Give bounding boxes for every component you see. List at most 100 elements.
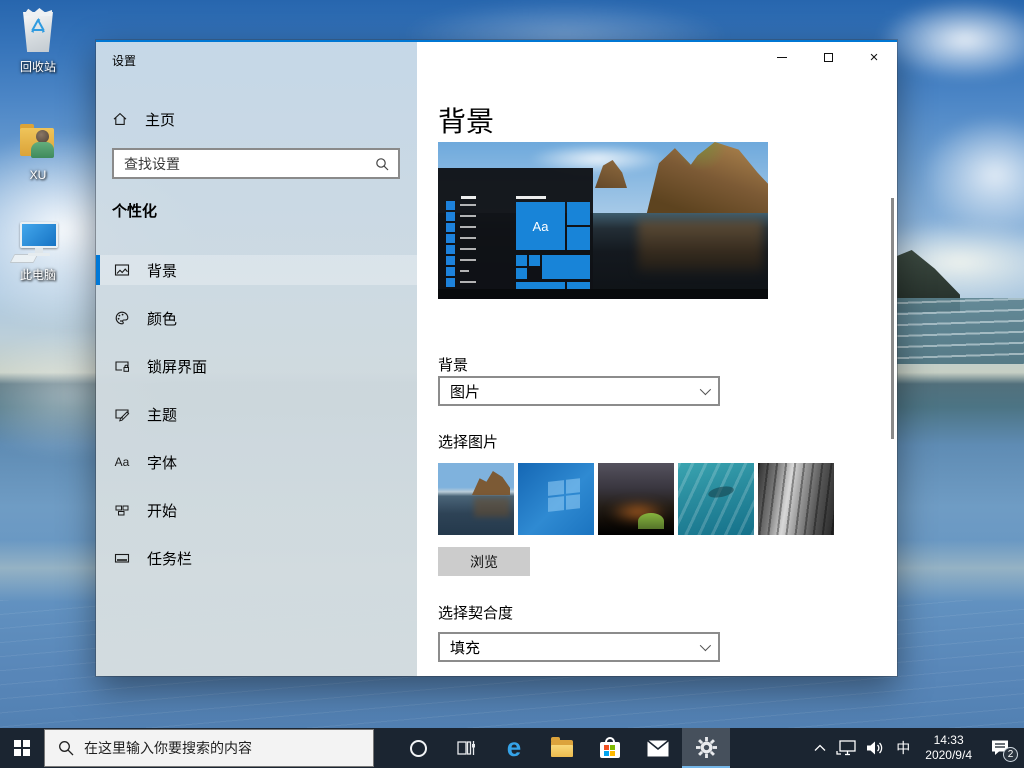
edge-icon: e <box>507 734 521 760</box>
desktop-icon-label: 回收站 <box>4 58 72 75</box>
sidebar-item-start[interactable]: 开始 <box>96 495 417 525</box>
sidebar-item-home[interactable]: 主页 <box>112 104 402 134</box>
sidebar-item-label: 任务栏 <box>147 548 192 569</box>
minimize-button[interactable] <box>759 42 805 73</box>
cortana-icon <box>410 740 427 757</box>
start-button[interactable] <box>0 728 44 768</box>
chevron-up-icon <box>814 744 826 752</box>
wallpaper-thumbnail-rock-face[interactable] <box>758 463 834 535</box>
picture-thumbnails <box>438 463 834 535</box>
choose-picture-label: 选择图片 <box>438 431 498 452</box>
sidebar-item-background[interactable]: 背景 <box>96 255 417 285</box>
sidebar-item-label: 主题 <box>147 404 177 425</box>
sidebar-item-lock-screen[interactable]: 锁屏界面 <box>96 351 417 381</box>
windows-logo-icon <box>14 740 30 756</box>
palette-icon <box>114 310 130 326</box>
chevron-down-icon <box>700 640 711 651</box>
lock-screen-icon <box>114 358 130 374</box>
sidebar-item-label: 颜色 <box>147 308 177 329</box>
sidebar-item-label: 开始 <box>147 500 177 521</box>
dropdown-value: 填充 <box>450 637 700 658</box>
wallpaper-thumbnail-beach[interactable] <box>438 463 514 535</box>
sidebar-item-themes[interactable]: 主题 <box>96 399 417 429</box>
sidebar-item-colors[interactable]: 颜色 <box>96 303 417 333</box>
sidebar-item-label: 锁屏界面 <box>147 356 207 377</box>
preview-start-menu: Aa <box>438 168 593 289</box>
fit-dropdown[interactable]: 填充 <box>438 632 720 662</box>
task-view-icon <box>456 738 476 758</box>
scrollbar-thumb[interactable] <box>891 198 894 439</box>
preview-tile-aa: Aa <box>516 202 565 250</box>
home-icon <box>112 111 128 127</box>
taskbar-search-box[interactable] <box>44 729 374 767</box>
ime-indicator[interactable]: 中 <box>889 728 917 768</box>
sidebar-item-label: 主页 <box>145 109 175 130</box>
themes-icon <box>114 406 130 422</box>
task-view-button[interactable] <box>442 728 490 768</box>
notification-badge: 2 <box>1003 747 1018 762</box>
desktop-icon-recycle-bin[interactable]: 回收站 <box>4 8 72 75</box>
tray-expand-button[interactable] <box>809 728 831 768</box>
fonts-icon: Aa <box>114 454 130 470</box>
settings-sidebar: 设置 主页 个性化 背景 <box>96 42 417 676</box>
settings-search-box[interactable] <box>112 148 400 179</box>
background-icon <box>114 262 130 278</box>
mail-button[interactable] <box>634 728 682 768</box>
volume-button[interactable] <box>861 728 889 768</box>
store-icon <box>600 742 620 758</box>
sidebar-item-taskbar[interactable]: 任务栏 <box>96 543 417 573</box>
settings-button-active[interactable] <box>682 728 730 768</box>
browse-button-label: 浏览 <box>470 552 498 572</box>
section-header: 个性化 <box>112 200 157 221</box>
settings-main-panel: × 背景 <box>417 42 897 676</box>
window-controls: × <box>759 42 897 73</box>
taskbar-search-input[interactable] <box>84 740 373 756</box>
settings-search-input[interactable] <box>114 156 375 172</box>
desktop-icon-label: 此电脑 <box>4 266 72 283</box>
sidebar-item-label: 字体 <box>147 452 177 473</box>
store-button[interactable] <box>586 728 634 768</box>
settings-window: 设置 主页 个性化 背景 <box>96 40 897 676</box>
clock-date: 2020/9/4 <box>925 748 972 763</box>
desktop-icon-user-folder[interactable]: XU <box>4 118 72 182</box>
network-icon <box>836 740 856 756</box>
cortana-button[interactable] <box>394 728 442 768</box>
preview-taskbar <box>438 289 768 299</box>
taskbar-icon <box>114 550 130 566</box>
search-icon <box>375 157 389 171</box>
file-explorer-button[interactable] <box>538 728 586 768</box>
desktop: 回收站 XU 此电脑 设置 主页 <box>0 0 1024 768</box>
recycle-bin-icon <box>4 8 72 56</box>
maximize-button[interactable] <box>805 42 851 73</box>
choose-fit-label: 选择契合度 <box>438 602 513 623</box>
network-button[interactable] <box>831 728 861 768</box>
desktop-icon-this-pc[interactable]: 此电脑 <box>4 216 72 283</box>
background-dropdown-label: 背景 <box>438 354 468 375</box>
background-preview: Aa <box>438 142 768 299</box>
desktop-icon-label: XU <box>4 168 72 182</box>
background-type-dropdown[interactable]: 图片 <box>438 376 720 406</box>
action-center-button[interactable]: 2 <box>980 728 1024 768</box>
user-folder-icon <box>4 118 72 166</box>
wallpaper-thumbnail-windows-default[interactable] <box>518 463 594 535</box>
chevron-down-icon <box>700 384 711 395</box>
page-title: 背景 <box>438 100 494 140</box>
edge-button[interactable]: e <box>490 728 538 768</box>
system-tray: 中 14:33 2020/9/4 2 <box>809 728 1024 768</box>
clock-time: 14:33 <box>934 733 964 748</box>
wallpaper-thumbnail-underwater[interactable] <box>678 463 754 535</box>
wallpaper-thumbnail-night-sky[interactable] <box>598 463 674 535</box>
taskbar-clock[interactable]: 14:33 2020/9/4 <box>917 728 980 768</box>
taskbar-icons: e <box>394 728 730 768</box>
selected-indicator <box>96 255 100 285</box>
close-icon: × <box>870 49 879 66</box>
sidebar-item-label: 背景 <box>147 260 177 281</box>
this-pc-icon <box>4 216 72 264</box>
close-button[interactable]: × <box>851 42 897 73</box>
file-explorer-icon <box>551 740 573 757</box>
browse-button[interactable]: 浏览 <box>438 547 530 576</box>
mail-icon <box>647 740 669 757</box>
search-icon <box>58 740 74 756</box>
sidebar-item-fonts[interactable]: Aa 字体 <box>96 447 417 477</box>
dropdown-value: 图片 <box>450 381 700 402</box>
